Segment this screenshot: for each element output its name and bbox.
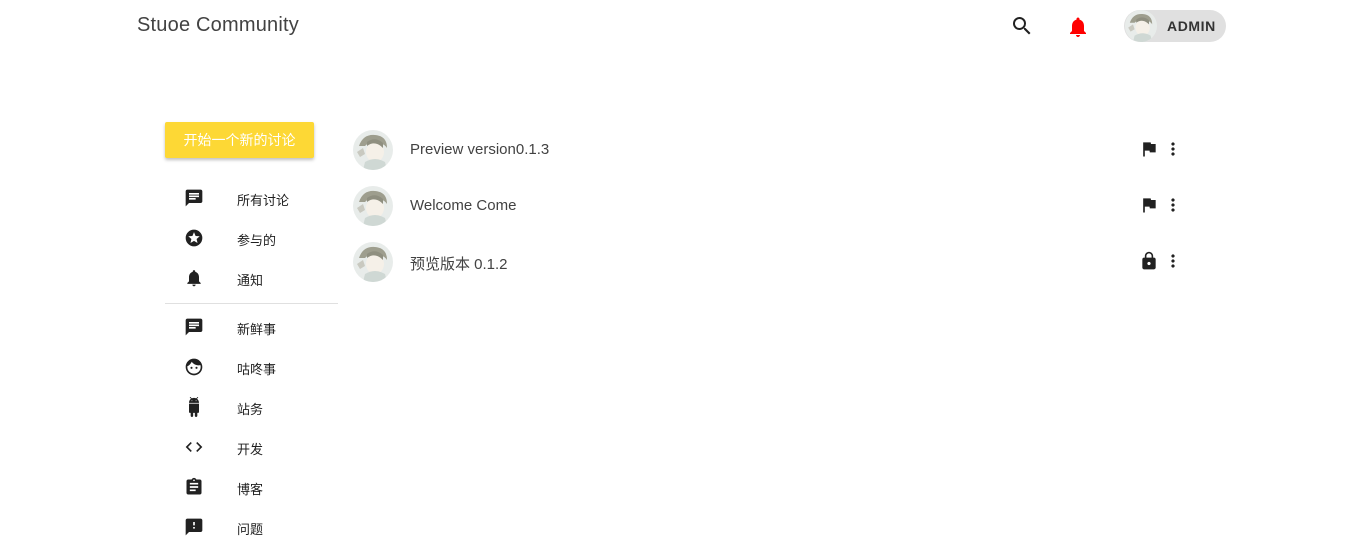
topic-title[interactable]: Welcome Come (410, 197, 516, 214)
topic-row[interactable]: 预览版本 0.1.2 (350, 234, 1190, 290)
topic-title[interactable]: 预览版本 0.1.2 (410, 253, 508, 274)
more-vert-icon[interactable] (1163, 250, 1183, 272)
topic-title[interactable]: Preview version0.1.3 (410, 141, 549, 158)
sidebar-item-notifications[interactable]: 通知 (165, 258, 338, 298)
sidebar-divider (165, 303, 338, 304)
more-vert-icon[interactable] (1163, 138, 1183, 160)
app-header: Stuoe Community ADMIN (0, 0, 1359, 54)
android-icon (189, 397, 199, 417)
sidebar-item-label: 开发 (237, 442, 264, 457)
sidebar-item-label: 通知 (237, 273, 264, 288)
sidebar-item-site-affairs[interactable]: 站务 (165, 387, 338, 427)
avatar (353, 242, 393, 282)
sidebar-item-questions[interactable]: 问题 (165, 507, 338, 547)
topic-row[interactable]: Welcome Come (350, 178, 1190, 234)
search-button[interactable] (1010, 14, 1034, 38)
sidebar-item-development[interactable]: 开发 (165, 427, 338, 467)
avatar (1125, 10, 1157, 42)
sidebar-item-gudong[interactable]: 咕咚事 (165, 347, 338, 387)
new-discussion-button[interactable]: 开始一个新的讨论 (165, 122, 314, 158)
sidebar-item-participated[interactable]: 参与的 (165, 218, 338, 258)
forum-icon (185, 189, 203, 207)
search-icon (1013, 17, 1031, 35)
star-circle-icon (185, 229, 203, 247)
flag-icon (1143, 142, 1156, 157)
notifications-button[interactable] (1066, 15, 1090, 39)
avatar (353, 130, 393, 170)
flag-icon (1143, 198, 1156, 213)
sidebar-item-label: 所有讨论 (237, 193, 290, 208)
sidebar-item-label: 咕咚事 (237, 362, 277, 377)
sidebar-item-news[interactable]: 新鲜事 (165, 307, 338, 347)
site-title[interactable]: Stuoe Community (137, 14, 299, 37)
sidebar-item-all-discussions[interactable]: 所有讨论 (165, 178, 338, 218)
sidebar-item-label: 站务 (237, 402, 264, 417)
message-icon (185, 318, 203, 336)
avatar (353, 186, 393, 226)
lock-icon (1142, 251, 1156, 270)
sidebar-item-label: 新鲜事 (237, 322, 277, 337)
face-icon (185, 358, 203, 376)
sidebar-item-label: 博客 (237, 482, 264, 497)
sidebar-item-label: 问题 (237, 522, 264, 537)
code-icon (185, 442, 203, 452)
bell-icon (187, 270, 201, 287)
feedback-icon (185, 518, 203, 536)
bell-icon (1070, 17, 1086, 37)
user-menu-chip[interactable]: ADMIN (1124, 10, 1226, 42)
sidebar-item-blog[interactable]: 博客 (165, 467, 338, 507)
clipboard-icon (186, 477, 202, 495)
username-label: ADMIN (1167, 18, 1216, 34)
more-vert-icon[interactable] (1163, 194, 1183, 216)
sidebar-item-label: 参与的 (237, 233, 277, 248)
topic-row[interactable]: Preview version0.1.3 (350, 122, 1190, 178)
